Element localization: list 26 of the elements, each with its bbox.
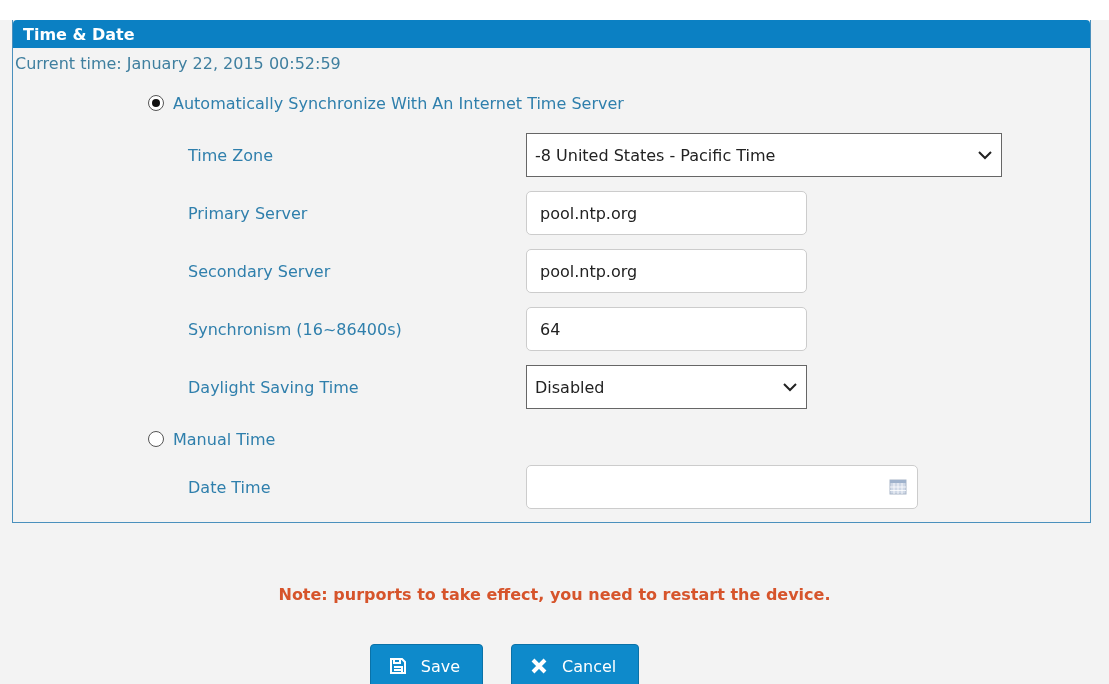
field-label: Synchronism (16~86400s) (187, 319, 403, 339)
chevron-icon (782, 382, 798, 392)
input-field[interactable]: pool.ntp.org (526, 249, 807, 293)
cancel-button[interactable]: Cancel (511, 644, 640, 684)
date-field[interactable] (526, 465, 918, 509)
radio-label: Automatically Synchronize With An Internet Time Server (173, 93, 624, 113)
input-field[interactable]: pool.ntp.org (526, 191, 807, 235)
dropdown[interactable]: -8 United States - Pacific Time (526, 133, 1002, 177)
panel-title: Time & Date (13, 20, 1090, 48)
field-label: Date Time (187, 477, 272, 497)
chevron-icon (977, 150, 993, 160)
radio-button[interactable] (148, 431, 164, 447)
save-icon (388, 657, 407, 675)
current-time: Current time: January 22, 2015 00:52:59 (14, 53, 342, 75)
radio-button[interactable] (148, 95, 164, 111)
input-field[interactable]: 64 (526, 307, 807, 351)
field-label: Time Zone (187, 145, 274, 165)
radio-label: Manual Time (173, 429, 276, 449)
save-button[interactable]: Save (369, 644, 484, 684)
close-icon (530, 657, 549, 675)
field-label: Daylight Saving Time (187, 377, 360, 397)
field-label: Primary Server (187, 203, 309, 223)
dropdown[interactable]: Disabled (526, 365, 807, 409)
field-label: Secondary Server (187, 261, 332, 281)
restart-note: Note: purports to take effect, you need to restart the device. (277, 585, 832, 604)
calendar-icon (889, 478, 907, 496)
